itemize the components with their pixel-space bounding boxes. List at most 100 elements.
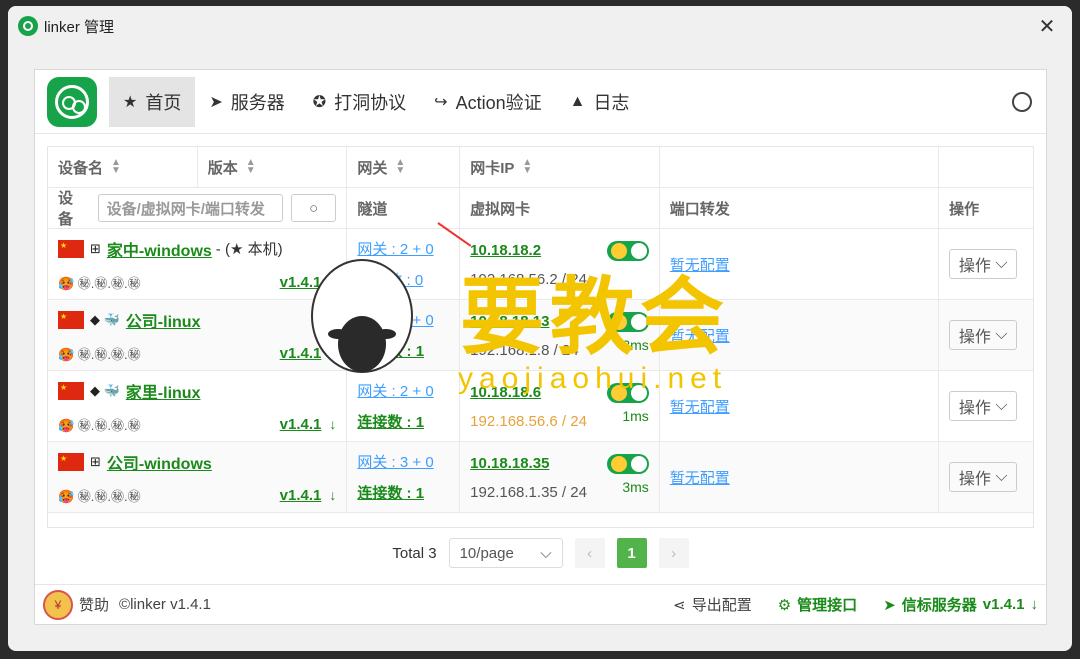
version-link[interactable]: v1.4.1 xyxy=(280,487,322,504)
tab-holepunch[interactable]: ✪ 打洞协议 xyxy=(299,77,420,127)
table-row: ⊞家中-windows- (★ 本机) 🥵 ㊙.㊙.㊙.㊙v1.4.1↓ 网关 … xyxy=(48,229,1033,300)
operation-select[interactable]: 操作 ⌵ xyxy=(949,320,1018,350)
op-cell: 操作 ⌵ xyxy=(939,229,1033,299)
china-flag-icon xyxy=(58,381,84,400)
nic-toggle[interactable] xyxy=(606,240,649,261)
download-icon[interactable]: ↓ xyxy=(329,487,336,503)
device-filter: 设备 设备/虚拟网卡/端口转发 ○ xyxy=(48,188,348,228)
status-emoji: 🥵 ㊙.㊙.㊙.㊙ xyxy=(58,417,141,433)
nic-toggle[interactable] xyxy=(606,453,649,474)
col-device-name[interactable]: 设备名 ▲ ▼ xyxy=(48,147,198,187)
donate-coin-icon[interactable]: ¥ xyxy=(43,589,73,620)
tab-logs[interactable]: ▲ 日志 xyxy=(556,77,644,127)
protocol-icon: ✪ xyxy=(312,93,327,111)
table-header-row: 设备名 ▲ ▼ 版本 ▲ ▼ 网关 ▲ ▼ 网卡IP ▲ ▼ xyxy=(48,147,1033,188)
export-config-label: 导出配置 xyxy=(691,597,752,614)
col-gateway[interactable]: 网关 ▲ ▼ xyxy=(347,147,461,187)
op-cell: 操作 ⌵ xyxy=(939,300,1033,370)
search-input[interactable]: 设备/虚拟网卡/端口转发 xyxy=(97,194,284,222)
operation-label: 操作 xyxy=(958,258,991,275)
os-icon: ⊞ xyxy=(90,240,101,256)
operation-label: 操作 xyxy=(958,329,991,346)
col-nic-ip[interactable]: 网卡IP ▲ ▼ xyxy=(460,147,660,187)
nic-toggle[interactable] xyxy=(606,311,649,332)
management-api-button[interactable]: ⚙ 管理接口 xyxy=(778,594,857,615)
sort-icon: ▲ ▼ xyxy=(111,157,121,176)
port-config-link[interactable]: 暂无配置 xyxy=(670,325,730,346)
lan-ip: 192.168.56.6 / 24 xyxy=(470,412,587,430)
connection-count-link[interactable]: 连接数 : 1 xyxy=(357,482,424,503)
window-title: linker 管理 xyxy=(44,18,115,36)
send-icon: ➤ xyxy=(209,93,223,111)
col-tunnel: 隧道 xyxy=(347,188,461,228)
tab-home-label: 首页 xyxy=(145,92,182,113)
donate-link[interactable]: 赞助 xyxy=(79,594,109,615)
tab-servers-label: 服务器 xyxy=(230,92,285,113)
brand-logo-icon[interactable] xyxy=(47,76,97,127)
col-gateway-label: 网关 xyxy=(357,159,388,177)
action-icon: ↪ xyxy=(434,93,448,111)
export-config-button[interactable]: ⋖ 导出配置 xyxy=(673,594,752,615)
gear-icon: ⚙ xyxy=(777,596,792,614)
page-1-button[interactable]: 1 xyxy=(616,538,647,568)
sort-icon: ▲ ▼ xyxy=(395,157,406,176)
main-panel: ★ 首页 ➤ 服务器 ✪ 打洞协议 ↪ Action验证 ▲ 日志 设备名 ▲ ▼ 版本 ▲ ▼ … xyxy=(34,69,1047,625)
nic-toggle[interactable] xyxy=(606,382,649,403)
app-window: linker 管理 ✕ ★ 首页 ➤ 服务器 ✪ 打洞协议 ↪ Action验证 ▲ 日志… xyxy=(8,6,1072,651)
tab-servers[interactable]: ➤ 服务器 xyxy=(195,77,298,127)
vnic-cell: 10.18.18.2 192.168.56.2 / 24 xyxy=(460,229,660,299)
operation-label: 操作 xyxy=(958,400,991,417)
lan-ip: 192.168.56.2 / 24 xyxy=(470,270,587,288)
connection-count-link[interactable]: 连接数 : 1 xyxy=(357,411,424,432)
china-flag-icon xyxy=(58,452,84,471)
beacon-server-button[interactable]: ➤ 信标服务器 v1.4.1 ↓ xyxy=(883,594,1038,615)
col-version[interactable]: 版本 ▲ ▼ xyxy=(198,147,348,187)
tab-action[interactable]: ↪ Action验证 xyxy=(420,77,555,127)
page-size-select[interactable]: 10/page ⌵ xyxy=(448,538,563,568)
lan-ip: 192.168.1.8 / 24 xyxy=(470,341,579,359)
theme-toggle-icon[interactable] xyxy=(1012,91,1032,112)
china-flag-icon xyxy=(58,310,84,329)
gateway-link[interactable]: 网关 : 3 + 0 xyxy=(357,451,433,472)
virtual-ip-link[interactable]: 10.18.18.35 xyxy=(470,455,549,472)
virtual-ip-link[interactable]: 10.18.18.13 xyxy=(470,313,549,330)
status-emoji: 🥵 ㊙.㊙.㊙.㊙ xyxy=(58,275,141,291)
send-icon: ➤ xyxy=(883,596,896,614)
table-row: ◆ 🐳公司-linux 🥵 ㊙.㊙.㊙.㊙v1.4.1↓ 网关 : 3 + 0连… xyxy=(48,300,1033,371)
smiley-icon xyxy=(610,242,627,259)
version-link[interactable]: v1.4.1 xyxy=(280,416,322,433)
col-device-name-label: 设备名 xyxy=(58,159,104,177)
star-icon: ★ xyxy=(123,93,138,111)
device-name-link[interactable]: 家里-linux xyxy=(126,379,201,403)
tab-home[interactable]: ★ 首页 xyxy=(109,76,196,127)
device-table: 设备名 ▲ ▼ 版本 ▲ ▼ 网关 ▲ ▼ 网卡IP ▲ ▼ 设备 设备/虚拟网卡/端口转发 ○ 隧… xyxy=(47,146,1034,528)
tab-holepunch-label: 打洞协议 xyxy=(334,92,407,113)
port-config-link[interactable]: 暂无配置 xyxy=(670,467,730,488)
device-name-link[interactable]: 公司-linux xyxy=(126,308,201,332)
device-name-link[interactable]: 公司-windows xyxy=(107,450,212,474)
titlebar: linker 管理 ✕ xyxy=(8,6,1072,46)
sheep-watermark-icon xyxy=(311,259,413,373)
table-row: ◆ 🐳家里-linux 🥵 ㊙.㊙.㊙.㊙v1.4.1↓ 网关 : 2 + 0连… xyxy=(48,371,1033,442)
download-icon[interactable]: ↓ xyxy=(1031,596,1039,613)
latency: 1ms xyxy=(622,408,649,424)
col-empty xyxy=(660,147,940,187)
status-emoji: 🥵 ㊙.㊙.㊙.㊙ xyxy=(58,488,141,504)
operation-select[interactable]: 操作 ⌵ xyxy=(949,249,1018,279)
next-page-button[interactable]: › xyxy=(658,538,689,568)
lan-ip: 192.168.1.35 / 24 xyxy=(470,483,587,501)
virtual-ip-link[interactable]: 10.18.18.6 xyxy=(470,384,541,401)
port-config-link[interactable]: 暂无配置 xyxy=(670,254,730,275)
col-version-label: 版本 xyxy=(207,159,238,177)
share-icon: ⋖ xyxy=(673,596,686,614)
operation-select[interactable]: 操作 ⌵ xyxy=(949,391,1018,421)
virtual-ip-link[interactable]: 10.18.18.2 xyxy=(470,242,541,259)
operation-select[interactable]: 操作 ⌵ xyxy=(949,462,1018,492)
device-name-link[interactable]: 家中-windows xyxy=(107,237,212,261)
download-icon[interactable]: ↓ xyxy=(329,416,336,432)
search-button[interactable]: ○ xyxy=(291,194,337,222)
port-cell: 暂无配置 xyxy=(660,442,940,512)
close-button[interactable]: ✕ xyxy=(1032,11,1062,41)
prev-page-button[interactable]: ‹ xyxy=(574,538,605,568)
port-config-link[interactable]: 暂无配置 xyxy=(670,396,730,417)
